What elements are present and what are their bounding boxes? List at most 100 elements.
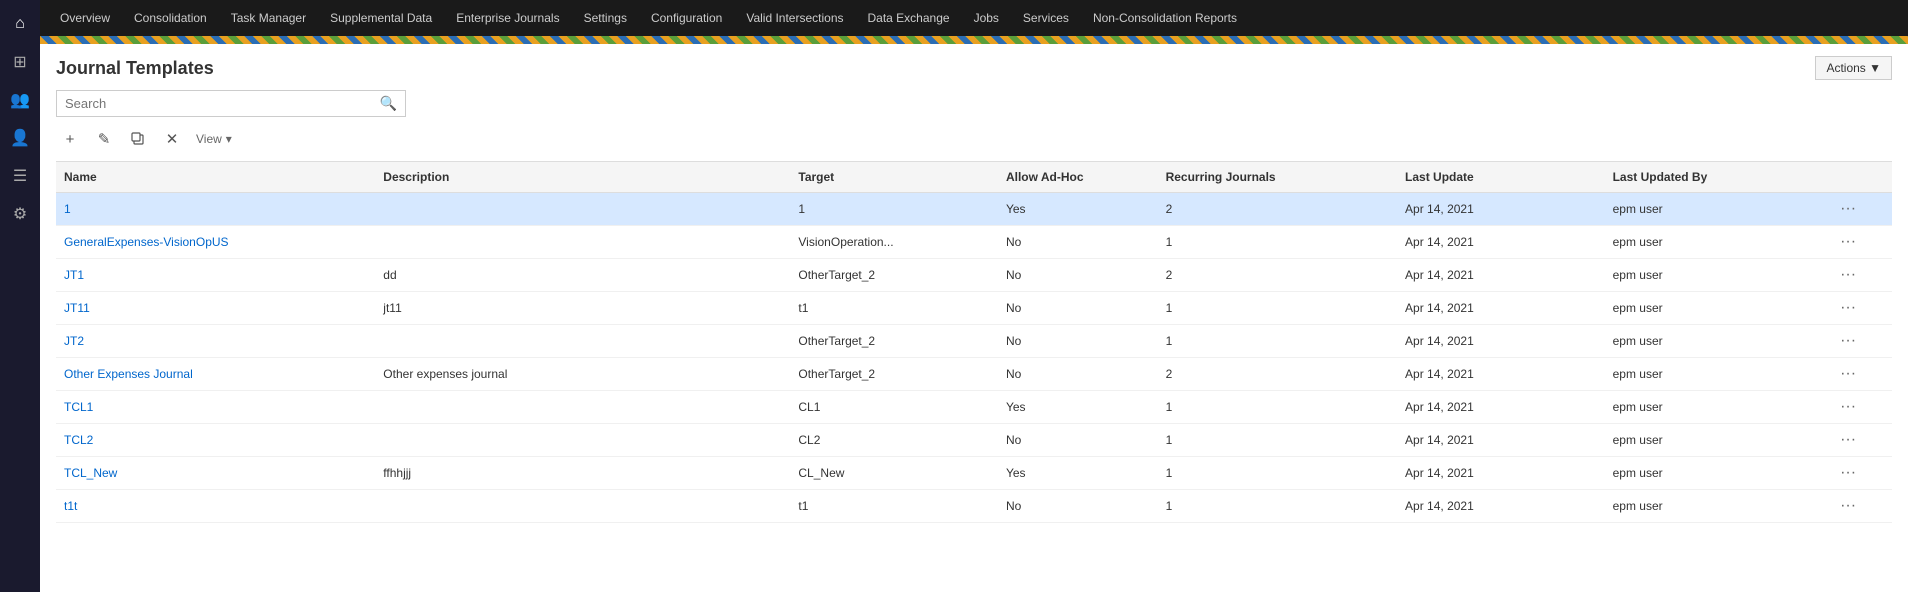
more-icon[interactable]: ··· xyxy=(1836,363,1860,384)
cell-allow-adhoc: No xyxy=(998,490,1158,523)
cell-name[interactable]: JT11 xyxy=(56,292,375,325)
search-icon[interactable]: 🔍 xyxy=(380,95,397,112)
settings-icon[interactable]: ⚙ xyxy=(4,198,36,230)
cell-target: CL2 xyxy=(790,424,998,457)
cell-recurring: 2 xyxy=(1158,358,1397,391)
cell-row-actions[interactable]: ··· xyxy=(1828,292,1892,325)
more-icon[interactable]: ··· xyxy=(1836,264,1860,285)
nav-item-jobs[interactable]: Jobs xyxy=(962,0,1011,36)
copy-icon xyxy=(131,132,145,146)
table-row[interactable]: JT11 jt11 t1 No 1 Apr 14, 2021 epm user … xyxy=(56,292,1892,325)
cell-name[interactable]: TCL2 xyxy=(56,424,375,457)
cell-row-actions[interactable]: ··· xyxy=(1828,391,1892,424)
cell-name[interactable]: Other Expenses Journal xyxy=(56,358,375,391)
content-area: Journal Templates Actions ▼ 🔍 + ✎ ✕ View… xyxy=(40,44,1908,592)
cell-row-actions[interactable]: ··· xyxy=(1828,424,1892,457)
table-row[interactable]: GeneralExpenses-VisionOpUS VisionOperati… xyxy=(56,226,1892,259)
nav-item-configuration[interactable]: Configuration xyxy=(639,0,734,36)
col-header-description: Description xyxy=(375,162,790,193)
cell-row-actions[interactable]: ··· xyxy=(1828,457,1892,490)
cell-last-update: Apr 14, 2021 xyxy=(1397,292,1605,325)
cell-allow-adhoc: Yes xyxy=(998,391,1158,424)
table-row[interactable]: TCL2 CL2 No 1 Apr 14, 2021 epm user ··· xyxy=(56,424,1892,457)
nav-item-settings[interactable]: Settings xyxy=(572,0,639,36)
more-icon[interactable]: ··· xyxy=(1836,429,1860,450)
cell-name[interactable]: GeneralExpenses-VisionOpUS xyxy=(56,226,375,259)
table-row[interactable]: JT1 dd OtherTarget_2 No 2 Apr 14, 2021 e… xyxy=(56,259,1892,292)
add-button[interactable]: + xyxy=(56,125,84,153)
cell-description: Other expenses journal xyxy=(375,358,790,391)
cell-name[interactable]: JT1 xyxy=(56,259,375,292)
nav-item-consolidation[interactable]: Consolidation xyxy=(122,0,219,36)
cell-allow-adhoc: No xyxy=(998,226,1158,259)
cell-row-actions[interactable]: ··· xyxy=(1828,226,1892,259)
delete-button[interactable]: ✕ xyxy=(158,125,186,153)
cell-description xyxy=(375,226,790,259)
cell-last-updated-by: epm user xyxy=(1605,325,1829,358)
cell-description xyxy=(375,391,790,424)
more-icon[interactable]: ··· xyxy=(1836,198,1860,219)
cell-row-actions[interactable]: ··· xyxy=(1828,193,1892,226)
cell-allow-adhoc: Yes xyxy=(998,457,1158,490)
cell-last-updated-by: epm user xyxy=(1605,457,1829,490)
nav-item-task-manager[interactable]: Task Manager xyxy=(219,0,318,36)
cell-recurring: 1 xyxy=(1158,226,1397,259)
cell-row-actions[interactable]: ··· xyxy=(1828,490,1892,523)
cell-target: 1 xyxy=(790,193,998,226)
cell-name[interactable]: TCL_New xyxy=(56,457,375,490)
col-header-allow-adhoc: Allow Ad-Hoc xyxy=(998,162,1158,193)
table-row[interactable]: TCL1 CL1 Yes 1 Apr 14, 2021 epm user ··· xyxy=(56,391,1892,424)
cell-name[interactable]: 1 xyxy=(56,193,375,226)
table-container: Name Description Target Allow Ad-Hoc Rec… xyxy=(56,161,1892,592)
home-icon[interactable]: ⌂ xyxy=(4,8,36,40)
cell-name[interactable]: JT2 xyxy=(56,325,375,358)
cell-last-updated-by: epm user xyxy=(1605,490,1829,523)
cell-row-actions[interactable]: ··· xyxy=(1828,358,1892,391)
nav-item-supplemental-data[interactable]: Supplemental Data xyxy=(318,0,444,36)
user-group-icon[interactable]: 👥 xyxy=(4,84,36,116)
cell-row-actions[interactable]: ··· xyxy=(1828,259,1892,292)
table-row[interactable]: 1 1 Yes 2 Apr 14, 2021 epm user ··· xyxy=(56,193,1892,226)
table-row[interactable]: TCL_New ffhhjjj CL_New Yes 1 Apr 14, 202… xyxy=(56,457,1892,490)
cell-last-updated-by: epm user xyxy=(1605,193,1829,226)
col-header-target: Target xyxy=(790,162,998,193)
view-dropdown[interactable]: View ▾ xyxy=(192,132,236,146)
cell-last-update: Apr 14, 2021 xyxy=(1397,424,1605,457)
nav-item-overview[interactable]: Overview xyxy=(48,0,122,36)
nav-item-valid-intersections[interactable]: Valid Intersections xyxy=(734,0,855,36)
cell-allow-adhoc: No xyxy=(998,424,1158,457)
cell-name[interactable]: t1t xyxy=(56,490,375,523)
search-input[interactable] xyxy=(65,96,380,111)
col-header-last-update: Last Update xyxy=(1397,162,1605,193)
cell-recurring: 1 xyxy=(1158,424,1397,457)
journal-templates-table: Name Description Target Allow Ad-Hoc Rec… xyxy=(56,161,1892,523)
more-icon[interactable]: ··· xyxy=(1836,297,1860,318)
cell-row-actions[interactable]: ··· xyxy=(1828,325,1892,358)
more-icon[interactable]: ··· xyxy=(1836,330,1860,351)
more-icon[interactable]: ··· xyxy=(1836,462,1860,483)
cell-last-updated-by: epm user xyxy=(1605,391,1829,424)
table-row[interactable]: Other Expenses Journal Other expenses jo… xyxy=(56,358,1892,391)
person-icon[interactable]: 👤 xyxy=(4,122,36,154)
cell-description xyxy=(375,490,790,523)
actions-button[interactable]: Actions ▼ xyxy=(1815,56,1892,80)
nav-item-enterprise-journals[interactable]: Enterprise Journals xyxy=(444,0,571,36)
cell-target: VisionOperation... xyxy=(790,226,998,259)
cell-last-updated-by: epm user xyxy=(1605,292,1829,325)
nav-item-non-consolidation-reports[interactable]: Non-Consolidation Reports xyxy=(1081,0,1249,36)
edit-button[interactable]: ✎ xyxy=(90,125,118,153)
more-icon[interactable]: ··· xyxy=(1836,396,1860,417)
more-icon[interactable]: ··· xyxy=(1836,495,1860,516)
more-icon[interactable]: ··· xyxy=(1836,231,1860,252)
cell-name[interactable]: TCL1 xyxy=(56,391,375,424)
top-nav: Overview Consolidation Task Manager Supp… xyxy=(40,0,1908,36)
table-row[interactable]: JT2 OtherTarget_2 No 1 Apr 14, 2021 epm … xyxy=(56,325,1892,358)
search-bar: 🔍 xyxy=(56,90,406,117)
copy-button[interactable] xyxy=(124,125,152,153)
nav-item-services[interactable]: Services xyxy=(1011,0,1081,36)
list-icon[interactable]: ☰ xyxy=(4,160,36,192)
col-header-actions xyxy=(1828,162,1892,193)
table-row[interactable]: t1t t1 No 1 Apr 14, 2021 epm user ··· xyxy=(56,490,1892,523)
grid-icon[interactable]: ⊞ xyxy=(4,46,36,78)
nav-item-data-exchange[interactable]: Data Exchange xyxy=(856,0,962,36)
